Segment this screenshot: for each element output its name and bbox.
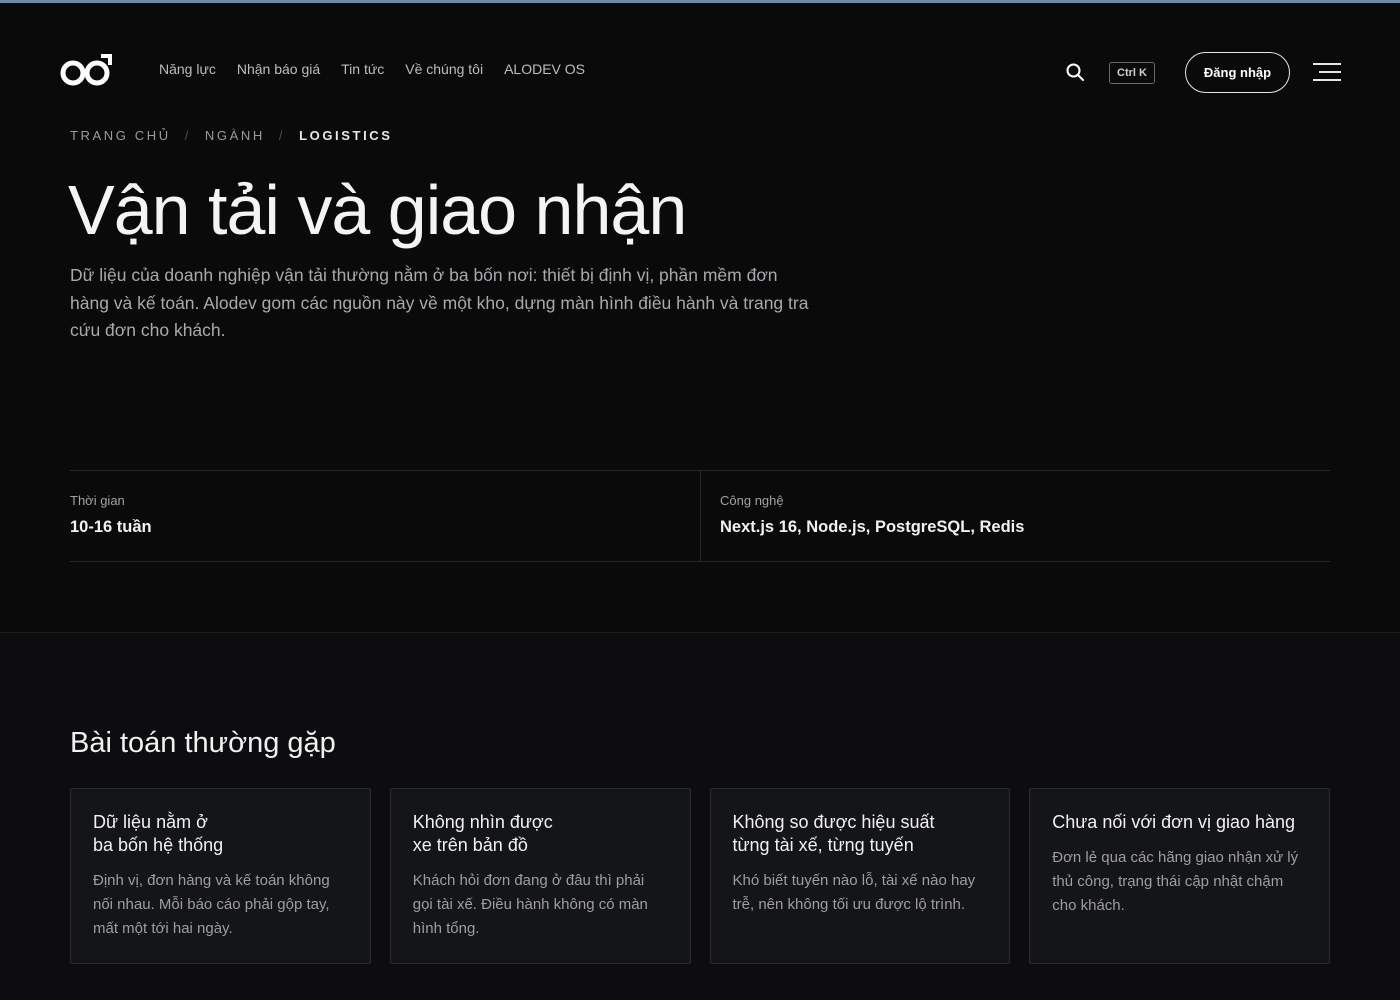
problem-card-text: Đơn lẻ qua các hãng giao nhận xử lý thủ … bbox=[1052, 849, 1299, 914]
meta-duration: Thời gian 10-16 tuần bbox=[70, 471, 700, 561]
search-shortcut-badge[interactable]: Ctrl K bbox=[1109, 62, 1155, 84]
meta-duration-value: 10-16 tuần bbox=[70, 518, 152, 536]
breadcrumb-current: LOGISTICS bbox=[299, 128, 393, 143]
problems-title: Bài toán thường gặp bbox=[70, 727, 336, 759]
nav-item-about[interactable]: Về chúng tôi bbox=[405, 61, 483, 77]
problem-card-text: Khó biết tuyến nào lỗ, tài xế nào hay tr… bbox=[732, 872, 976, 913]
breadcrumb-home[interactable]: TRANG CHỦ bbox=[70, 128, 171, 143]
main-nav: Năng lực Nhận báo giá Tin tức Về chúng t… bbox=[159, 61, 585, 77]
page-title: Vận tải và giao nhận bbox=[68, 171, 687, 249]
meta-duration-label: Thời gian bbox=[70, 493, 125, 508]
breadcrumb-separator: / bbox=[278, 128, 286, 143]
nav-item-quote[interactable]: Nhận báo giá bbox=[237, 61, 320, 77]
page-lead: Dữ liệu của doanh nghiệp vận tải thường … bbox=[70, 265, 809, 340]
breadcrumb-separator: / bbox=[184, 128, 191, 143]
breadcrumb-section[interactable]: NGÀNH bbox=[205, 128, 265, 143]
problem-card-text: Khách hỏi đơn đang ở đâu thì phải gọi tà… bbox=[412, 872, 648, 937]
problem-card: Chưa nối với đơn vị giao hàng Đơn lẻ qua… bbox=[1029, 788, 1330, 964]
problem-card-title: Không nhìn được xe trên bản đồ bbox=[412, 812, 553, 855]
hamburger-menu-icon[interactable] bbox=[1311, 61, 1341, 85]
meta-tech-value: Next.js 16, Node.js, PostgreSQL, Redis bbox=[720, 518, 1025, 536]
alodev-logo[interactable] bbox=[60, 53, 112, 87]
problem-card-text: Định vị, đơn hàng và kế toán không nối n… bbox=[93, 872, 330, 937]
problem-card: Không nhìn được xe trên bản đồ Khách hỏi… bbox=[389, 788, 691, 964]
login-button[interactable]: Đăng nhập bbox=[1185, 52, 1290, 93]
site-header: Năng lực Nhận báo giá Tin tức Về chúng t… bbox=[0, 3, 1400, 103]
project-meta: Thời gian 10-16 tuần Công nghệ Next.js 1… bbox=[70, 470, 1330, 562]
meta-tech-label: Công nghệ bbox=[720, 493, 784, 508]
problem-card-title: Dữ liệu nằm ở ba bốn hệ thống bbox=[93, 812, 224, 855]
problem-card: Không so được hiệu suất từng tài xế, từn… bbox=[709, 788, 1011, 964]
problem-card-title: Chưa nối với đơn vị giao hàng bbox=[1052, 812, 1296, 832]
nav-item-alodev-os[interactable]: ALODEV OS bbox=[504, 61, 585, 77]
problem-card: Dữ liệu nằm ở ba bốn hệ thống Định vị, đ… bbox=[70, 788, 371, 964]
nav-item-capabilities[interactable]: Năng lực bbox=[159, 61, 216, 77]
nav-item-news[interactable]: Tin tức bbox=[341, 61, 384, 77]
meta-tech: Công nghệ Next.js 16, Node.js, PostgreSQ… bbox=[700, 471, 1330, 561]
problem-card-title: Không so được hiệu suất từng tài xế, từn… bbox=[732, 812, 935, 855]
problem-cards: Dữ liệu nằm ở ba bốn hệ thống Định vị, đ… bbox=[70, 788, 1330, 964]
search-icon[interactable] bbox=[1064, 61, 1086, 83]
breadcrumb: TRANG CHỦ / NGÀNH / LOGISTICS bbox=[70, 128, 393, 143]
